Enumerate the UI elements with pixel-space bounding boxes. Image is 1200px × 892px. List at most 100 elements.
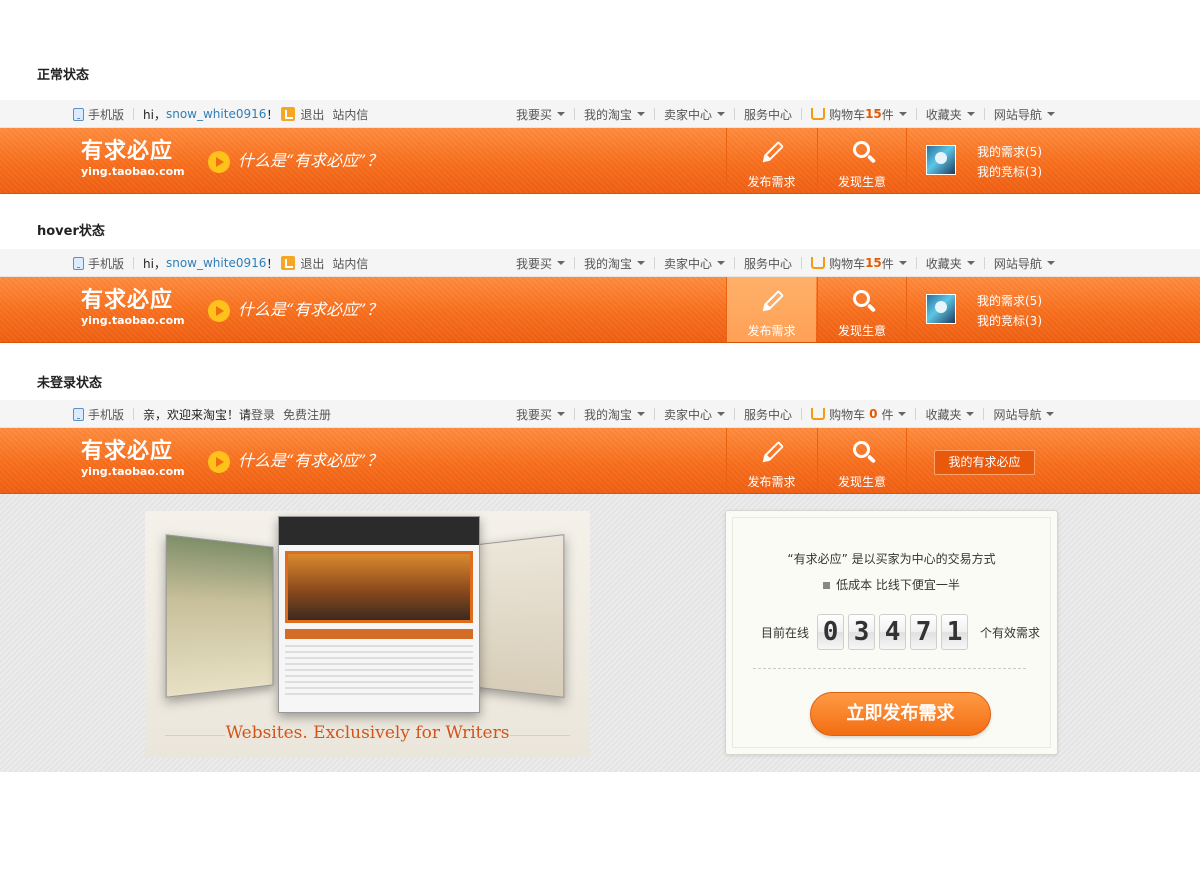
caret-down-icon — [898, 261, 907, 265]
my-bids-link[interactable]: 我的竞标(3) — [977, 311, 1042, 331]
state-label-logged-out: 未登录状态 — [37, 376, 103, 391]
cart-icon — [811, 408, 826, 420]
slogan-link[interactable]: 什么是“有求必应”？ — [238, 296, 382, 320]
caret-down-icon — [898, 412, 907, 416]
seller-center-menu[interactable]: 卖家中心 — [664, 255, 726, 272]
counter-digit: 4 — [879, 614, 907, 650]
cart-link[interactable]: 购物车 15 件 — [811, 255, 907, 272]
mobile-link[interactable]: 手机版 — [73, 406, 124, 423]
my-links: 我的需求(5) 我的竞标(3) — [977, 291, 1042, 331]
my-requests-link[interactable]: 我的需求(5) — [977, 142, 1042, 162]
discover-business-button[interactable]: 发现生意 — [817, 277, 907, 342]
buy-menu[interactable]: 我要买 — [516, 255, 566, 272]
counter-digit: 7 — [910, 614, 938, 650]
cart-label: 购物车 — [829, 407, 866, 422]
cart-suffix: 件 — [881, 256, 894, 271]
divider — [133, 408, 135, 420]
my-taobao-menu[interactable]: 我的淘宝 — [584, 406, 646, 423]
my-youqiubiying-button[interactable]: 我的有求必应 — [934, 450, 1035, 475]
mobile-link[interactable]: 手机版 — [73, 106, 124, 123]
site-nav-menu[interactable]: 网站导航 — [994, 106, 1055, 123]
divider — [983, 257, 985, 269]
divider — [654, 108, 656, 120]
service-center-link[interactable]: 服务中心 — [744, 406, 792, 423]
caret-down-icon — [637, 412, 646, 416]
site-nav-menu[interactable]: 网站导航 — [993, 406, 1055, 423]
cart-label: 购物车 — [829, 256, 866, 271]
logo[interactable]: 有求必应 ying.taobao.com — [81, 289, 185, 327]
publish-now-button[interactable]: 立即发布需求 — [810, 692, 991, 736]
avatar[interactable] — [926, 294, 956, 324]
magnifier-icon — [851, 140, 877, 166]
divider — [915, 108, 917, 120]
guest-greeting: 亲，欢迎来淘宝！请 — [143, 407, 252, 422]
buy-menu[interactable]: 我要买 — [516, 406, 566, 423]
logo-title: 有求必应 — [81, 139, 174, 164]
login-link[interactable]: 登录 — [251, 406, 275, 423]
seller-center-menu[interactable]: 卖家中心 — [664, 106, 726, 123]
publish-request-button[interactable]: 发布需求 — [726, 428, 816, 493]
my-taobao-menu[interactable]: 我的淘宝 — [584, 106, 646, 123]
favorites-label: 收藏夹 — [925, 107, 962, 122]
slogan-link[interactable]: 什么是“有求必应”？ — [238, 447, 382, 471]
divider — [915, 257, 917, 269]
cart-link[interactable]: 购物车 0 件 — [811, 406, 907, 423]
weibo-icon[interactable] — [281, 107, 296, 121]
logo[interactable]: 有求必应 ying.taobao.com — [81, 140, 185, 178]
service-center-link[interactable]: 服务中心 — [744, 106, 792, 123]
caret-down-icon — [1046, 412, 1055, 416]
logout-link[interactable]: 退出 — [300, 255, 324, 272]
cart-link[interactable]: 购物车 15 件 — [811, 106, 907, 123]
my-taobao-menu[interactable]: 我的淘宝 — [584, 255, 646, 272]
greeting-exclaim: ！ — [266, 256, 279, 271]
logout-link[interactable]: 退出 — [300, 106, 324, 123]
play-icon[interactable] — [208, 451, 230, 473]
username-link[interactable]: snow_white0916 — [166, 256, 266, 270]
topbar-logged-out: 手机版 亲，欢迎来淘宝！请 登录 免费注册 我要买 我的淘宝 卖家中心 服务中心… — [0, 400, 1200, 428]
divider — [801, 408, 803, 420]
divider — [734, 408, 736, 420]
discover-business-button[interactable]: 发现生意 — [817, 428, 907, 493]
weibo-icon[interactable] — [281, 256, 296, 270]
divider — [574, 108, 576, 120]
register-link[interactable]: 免费注册 — [283, 406, 331, 423]
benefit-row: 低成本 比线下便宜一半 — [733, 576, 1050, 593]
cart-icon — [811, 257, 826, 269]
counter-digit: 0 — [817, 614, 845, 650]
banner-normal: 有求必应 ying.taobao.com 什么是“有求必应”？ 发布需求 发现生… — [0, 128, 1200, 194]
publish-request-button-hovered[interactable]: 发布需求 — [726, 277, 816, 342]
inbox-link[interactable]: 站内信 — [332, 255, 368, 272]
username-link[interactable]: snow_white0916 — [166, 107, 266, 121]
avatar[interactable] — [926, 145, 956, 175]
caret-down-icon — [1046, 112, 1055, 116]
site-nav-label: 网站导航 — [993, 107, 1042, 122]
favorites-menu[interactable]: 收藏夹 — [926, 255, 975, 272]
site-nav-label: 网站导航 — [993, 407, 1042, 422]
favorites-menu[interactable]: 收藏夹 — [926, 106, 975, 123]
discover-business-button[interactable]: 发现生意 — [817, 128, 907, 193]
logo[interactable]: 有求必应 ying.taobao.com — [81, 440, 185, 478]
state-label-normal: 正常状态 — [37, 68, 90, 83]
seller-center-label: 卖家中心 — [664, 256, 713, 271]
play-icon[interactable] — [208, 300, 230, 322]
my-requests-link[interactable]: 我的需求(5) — [977, 291, 1042, 311]
inbox-link[interactable]: 站内信 — [332, 106, 368, 123]
service-center-link[interactable]: 服务中心 — [744, 255, 792, 272]
slogan-link[interactable]: 什么是“有求必应”？ — [238, 147, 382, 171]
buy-menu[interactable]: 我要买 — [516, 106, 566, 123]
seller-center-label: 卖家中心 — [664, 107, 713, 122]
caret-down-icon — [966, 112, 975, 116]
site-nav-menu[interactable]: 网站导航 — [994, 255, 1055, 272]
buy-label: 我要买 — [516, 407, 553, 422]
mobile-link[interactable]: 手机版 — [73, 255, 124, 272]
publish-request-button[interactable]: 发布需求 — [726, 128, 816, 193]
buy-label: 我要买 — [516, 256, 553, 271]
state-label-hover: hover状态 — [37, 224, 105, 239]
favorites-menu[interactable]: 收藏夹 — [925, 406, 975, 423]
intro-text: “有求必应” 是以买家为中心的交易方式 — [787, 552, 996, 566]
my-bids-link[interactable]: 我的竞标(3) — [977, 162, 1042, 182]
play-icon[interactable] — [208, 151, 230, 173]
seller-center-menu[interactable]: 卖家中心 — [664, 406, 726, 423]
divider — [574, 257, 576, 269]
cart-count: 15 — [865, 107, 882, 121]
